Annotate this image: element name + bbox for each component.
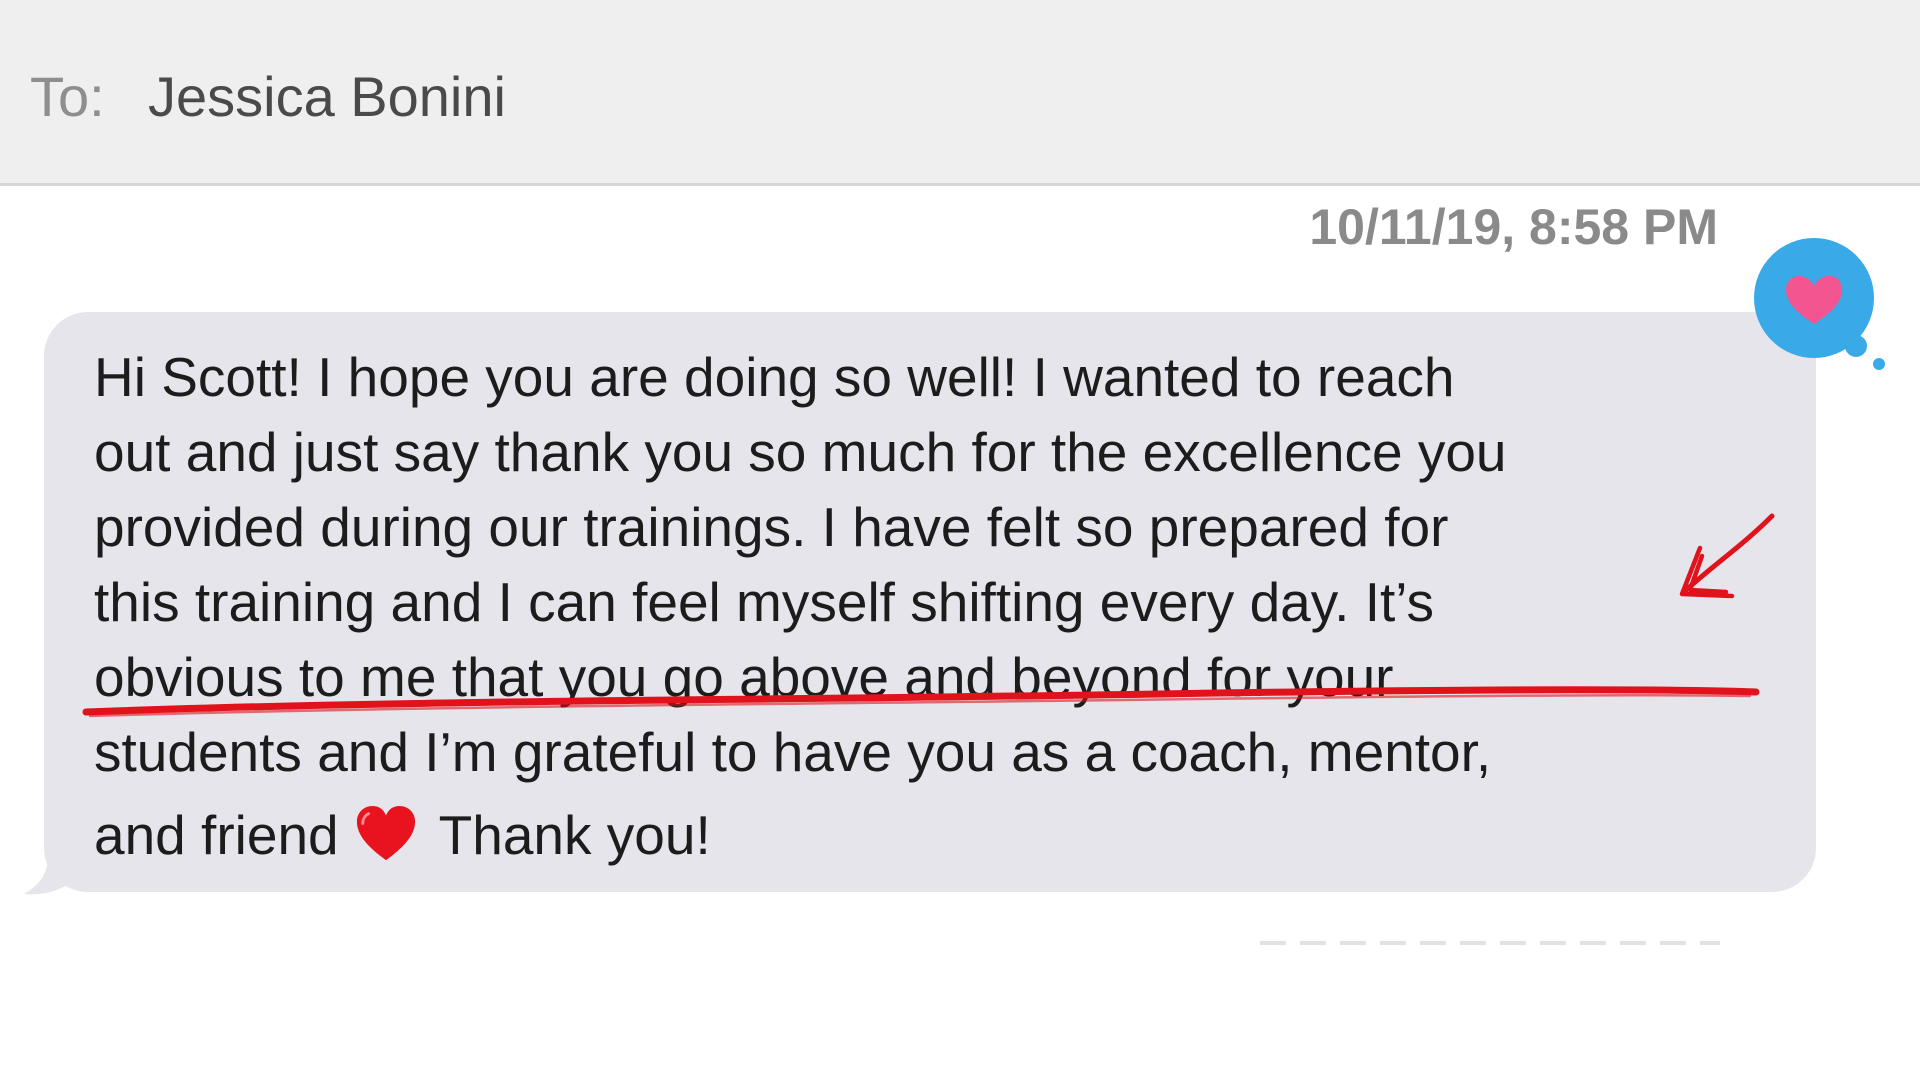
message-timestamp: 10/11/19, 8:58 PM: [1309, 199, 1718, 255]
message-line: Hi Scott! I hope you are doing so well! …: [94, 346, 1455, 408]
message-text-segment: and friend: [94, 804, 339, 866]
message-bubble[interactable]: Hi Scott! I hope you are doing so well! …: [44, 312, 1816, 892]
faint-divider: [1260, 941, 1720, 945]
conversation-header: To: Jessica Bonini: [0, 0, 1920, 186]
message-line-last: and friend Thank you!: [94, 798, 1814, 873]
message-text-segment: Thank you!: [438, 804, 711, 866]
recipient-name[interactable]: Jessica Bonini: [148, 64, 506, 129]
message-line: this training and I can feel myself shif…: [94, 571, 1435, 633]
message-line: obvious to me that you go above and beyo…: [94, 646, 1394, 708]
heart-tapback-icon[interactable]: [1752, 236, 1892, 376]
message-line: students and I’m grateful to have you as…: [94, 721, 1492, 783]
message-text: Hi Scott! I hope you are doing so well! …: [94, 340, 1814, 873]
message-line: out and just say thank you so much for t…: [94, 421, 1507, 483]
red-heart-emoji-icon: [356, 805, 415, 861]
message-line: provided during our trainings. I have fe…: [94, 496, 1449, 558]
to-label: To:: [30, 65, 105, 128]
